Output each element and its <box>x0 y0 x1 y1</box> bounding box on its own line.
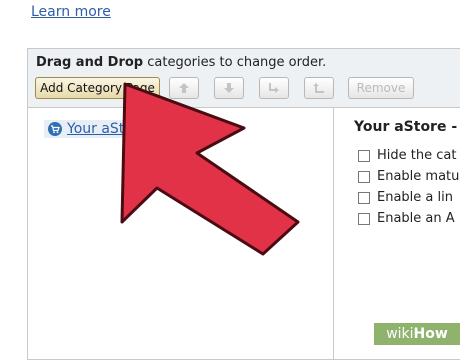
move-up-button[interactable] <box>169 77 199 99</box>
category-editor-panel: Drag and Drop categories to change order… <box>27 48 460 360</box>
cart-icon <box>48 122 62 136</box>
store-settings-title: Your aStore - <box>354 119 458 135</box>
arrow-up-icon <box>179 83 189 93</box>
outdent-button[interactable] <box>304 77 334 99</box>
tree-item-root[interactable]: Your aStore <box>44 120 153 138</box>
outdent-arrow-icon <box>313 83 324 93</box>
indent-button[interactable] <box>259 77 289 99</box>
tree-root-link[interactable]: Your aStore <box>67 121 147 137</box>
option-row: Enable an A <box>358 211 455 226</box>
remove-button[interactable]: Remove <box>348 77 414 99</box>
option-label: Enable a lin <box>377 190 453 205</box>
option-row: Enable matu <box>358 169 459 184</box>
option-checkbox[interactable] <box>358 212 370 225</box>
store-settings-pane: Your aStore - Hide the cat Enable matu E… <box>334 108 460 359</box>
indent-arrow-icon <box>269 83 279 93</box>
add-category-page-button[interactable]: Add Category Page <box>35 77 160 99</box>
toolbar: Drag and Drop categories to change order… <box>28 49 460 108</box>
option-checkbox[interactable] <box>358 191 370 204</box>
option-label: Enable an A <box>377 211 455 226</box>
option-checkbox[interactable] <box>358 149 370 162</box>
option-label: Hide the cat <box>377 148 457 163</box>
option-label: Enable matu <box>377 169 460 184</box>
option-checkbox[interactable] <box>358 170 370 183</box>
drag-drop-instruction: Drag and Drop categories to change order… <box>36 55 327 70</box>
category-tree-pane: Your aStore <box>28 108 334 359</box>
option-row: Hide the cat <box>358 148 456 163</box>
learn-more-link[interactable]: Learn more <box>31 4 111 20</box>
move-down-button[interactable] <box>214 77 244 99</box>
wikihow-watermark: wikiHow <box>374 323 460 345</box>
option-row: Enable a lin <box>358 190 453 205</box>
arrow-down-icon <box>224 83 234 93</box>
